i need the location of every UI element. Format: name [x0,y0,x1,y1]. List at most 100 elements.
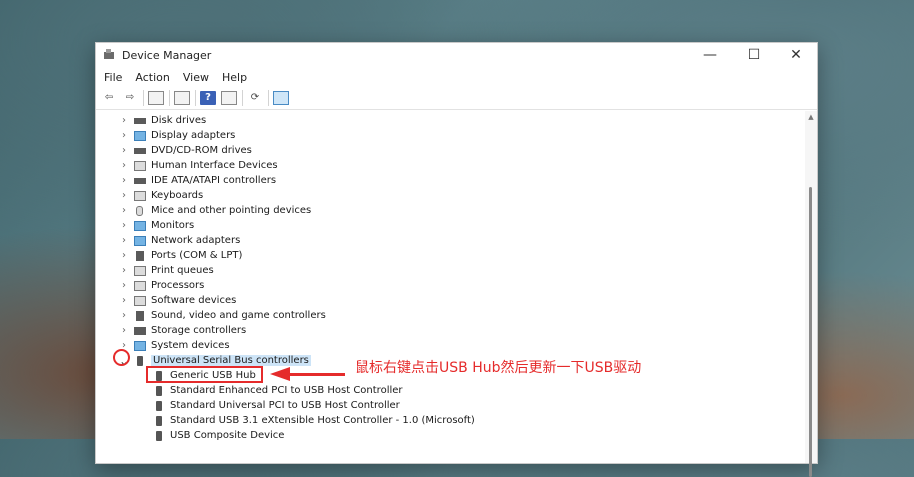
tree-item-label: Software devices [151,295,237,306]
disk-drive-icon [134,117,146,124]
update-driver-icon[interactable]: ⟳ [247,91,263,105]
usb-device-label: USB Composite Device [170,430,285,441]
usb-device-label: Standard USB 3.1 eXtensible Host Control… [170,415,475,426]
usb-device-icon [156,415,162,426]
menu-action[interactable]: Action [135,71,169,84]
chevron-right-icon[interactable]: › [119,145,129,156]
processor-icon [134,280,146,291]
chevron-right-icon[interactable]: › [119,295,129,306]
menu-help[interactable]: Help [222,71,247,84]
scroll-up-arrow-icon[interactable]: ▲ [805,113,817,121]
tree-item-mice[interactable]: › Mice and other pointing devices [96,203,311,218]
window-title: Device Manager [122,48,212,62]
device-manager-icon [103,49,115,61]
chevron-right-icon[interactable]: › [119,115,129,126]
port-icon [136,250,144,261]
chevron-right-icon[interactable]: › [119,265,129,276]
usb-device-label: Standard Enhanced PCI to USB Host Contro… [170,385,403,396]
back-icon[interactable]: ⇦ [101,91,117,105]
tree-item-software-devices[interactable]: › Software devices [96,293,236,308]
toolbar-separator [242,90,243,106]
chevron-right-icon[interactable]: › [119,325,129,336]
tree-item-display-adapters[interactable]: › Display adapters [96,128,235,143]
dvd-drive-icon [134,147,146,154]
scrollbar-thumb[interactable] [809,187,812,477]
tree-item-network-adapters[interactable]: › Network adapters [96,233,240,248]
minimize-button[interactable]: — [688,43,732,67]
toolbar-separator [169,90,170,106]
chevron-right-icon[interactable]: › [119,310,129,321]
network-adapter-icon [134,235,146,246]
tree-item-ports[interactable]: › Ports (COM & LPT) [96,248,242,263]
tree-item-processors[interactable]: › Processors [96,278,204,293]
title-bar: Device Manager — ☐ ✕ [96,43,817,67]
close-button[interactable]: ✕ [774,43,818,67]
chevron-right-icon[interactable]: › [119,130,129,141]
view-icon[interactable] [221,91,237,105]
annotation-text: 鼠标右键点击USB Hub然后更新一下USB驱动 [355,360,642,376]
monitor-icon [134,220,146,231]
tree-item-print-queues[interactable]: › Print queues [96,263,214,278]
tree-item-keyboards[interactable]: › Keyboards [96,188,203,203]
annotation-arrow-line [290,373,345,376]
tree-item-label: Display adapters [151,130,236,141]
tree-item-label: System devices [151,340,230,351]
menu-file[interactable]: File [104,71,122,84]
hid-icon [134,160,146,171]
mouse-icon [136,205,143,216]
chevron-right-icon[interactable]: › [119,205,129,216]
ide-controller-icon [134,177,146,184]
chevron-right-icon[interactable]: › [119,160,129,171]
usb-device-universal-pci-host[interactable]: Standard Universal PCI to USB Host Contr… [156,398,400,413]
usb-device-icon [156,430,162,441]
storage-controller-icon [134,326,146,335]
software-device-icon [134,295,146,306]
menu-view[interactable]: View [183,71,209,84]
maximize-button[interactable]: ☐ [732,43,776,67]
tree-item-label: Monitors [151,220,195,231]
vertical-scrollbar[interactable]: ▲ [805,111,817,477]
toolbar-separator [195,90,196,106]
usb-device-xhci-host[interactable]: Standard USB 3.1 eXtensible Host Control… [156,413,475,428]
scan-hardware-icon[interactable] [273,91,289,105]
usb-device-composite[interactable]: USB Composite Device [156,428,284,443]
tree-item-monitors[interactable]: › Monitors [96,218,194,233]
tree-item-label: IDE ATA/ATAPI controllers [151,175,277,186]
usb-device-icon [156,400,162,411]
tree-item-disk-drives[interactable]: › Disk drives [96,113,206,128]
tree-item-label: Keyboards [151,190,204,201]
usb-device-icon [156,385,162,396]
tree-item-storage-controllers[interactable]: › Storage controllers [96,323,246,338]
tree-item-human-interface-devices[interactable]: › Human Interface Devices [96,158,278,173]
highlight-box [146,366,263,383]
chevron-right-icon[interactable]: › [119,190,129,201]
show-hide-console-tree-icon[interactable] [148,91,164,105]
system-device-icon [134,340,146,351]
usb-device-label: Standard Universal PCI to USB Host Contr… [170,400,400,411]
tree-item-sound-video[interactable]: › Sound, video and game controllers [96,308,326,323]
highlight-circle [113,349,130,366]
tree-item-label: Sound, video and game controllers [151,310,326,321]
chevron-right-icon[interactable]: › [119,280,129,291]
usb-device-enhanced-pci-host[interactable]: Standard Enhanced PCI to USB Host Contro… [156,383,403,398]
tree-item-label: DVD/CD-ROM drives [151,145,252,156]
device-tree: › Disk drives › Display adapters › DVD/CD-R… [96,111,801,463]
toolbar: ⇦ ⇨ ? ⟳ [96,87,817,110]
tree-item-label: Human Interface Devices [151,160,278,171]
properties-icon[interactable] [174,91,190,105]
toolbar-separator [268,90,269,106]
tree-item-label: Universal Serial Bus controllers [151,355,311,366]
chevron-right-icon[interactable]: › [119,220,129,231]
device-manager-window: Device Manager — ☐ ✕ File Action View He… [95,42,818,477]
usb-icon [137,355,143,366]
tree-item-dvd-drives[interactable]: › DVD/CD-ROM drives [96,143,252,158]
help-icon[interactable]: ? [200,91,216,105]
menu-bar: File Action View Help [96,67,817,87]
chevron-right-icon[interactable]: › [119,235,129,246]
chevron-right-icon[interactable]: › [119,250,129,261]
tree-item-label: Mice and other pointing devices [151,205,312,216]
printer-icon [134,265,146,276]
forward-icon[interactable]: ⇨ [122,91,138,105]
chevron-right-icon[interactable]: › [119,175,129,186]
tree-item-ide-controllers[interactable]: › IDE ATA/ATAPI controllers [96,173,276,188]
